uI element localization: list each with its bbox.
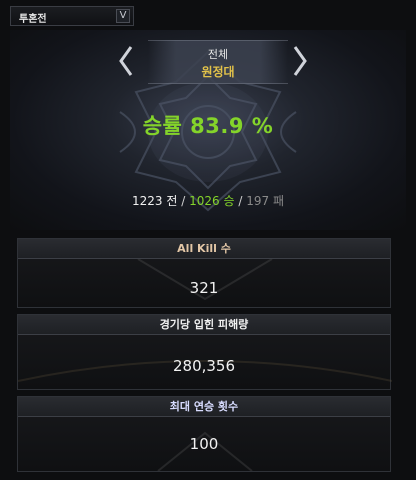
loss-count: 197 패: [246, 194, 284, 208]
summary-hero: 전체 원정대 승률 83.9 % 1223 전 / 1026 승 / 197 패: [10, 30, 406, 230]
stat-panel-all-kill: All Kill 수 321: [17, 238, 391, 308]
stat-panel-damage-per-match: 경기당 입힌 피해량 280,356: [17, 314, 392, 390]
stat-value: 100: [189, 435, 219, 453]
dropdown-toggle-button[interactable]: V: [116, 9, 130, 23]
win-count: 1026 승: [189, 194, 235, 208]
record-separator: /: [238, 194, 243, 208]
stat-value: 321: [189, 279, 219, 297]
stat-label: 최대 연승 횟수: [18, 397, 390, 417]
stat-label: 경기당 입힌 피해량: [18, 315, 390, 335]
match-record: 1223 전 / 1026 승 / 197 패: [10, 192, 406, 209]
mode-dropdown[interactable]: 투혼전 V: [10, 6, 134, 26]
mode-category-label: 전체: [207, 48, 229, 61]
chevron-down-icon: V: [119, 10, 127, 21]
mode-name-label: 원정대: [201, 65, 235, 79]
next-mode-button[interactable]: [290, 44, 310, 78]
record-separator: /: [181, 194, 186, 208]
dropdown-selected-label: 투혼전: [19, 14, 47, 25]
stat-label: All Kill 수: [18, 239, 390, 259]
win-rate: 승률 83.9 %: [142, 114, 274, 138]
mode-selector: 전체 원정대: [148, 40, 288, 84]
previous-mode-button[interactable]: [116, 44, 136, 78]
stat-panel-max-win-streak: 최대 연승 횟수 100: [17, 396, 391, 472]
total-matches: 1223 전: [132, 194, 178, 208]
stat-value: 280,356: [172, 357, 236, 375]
